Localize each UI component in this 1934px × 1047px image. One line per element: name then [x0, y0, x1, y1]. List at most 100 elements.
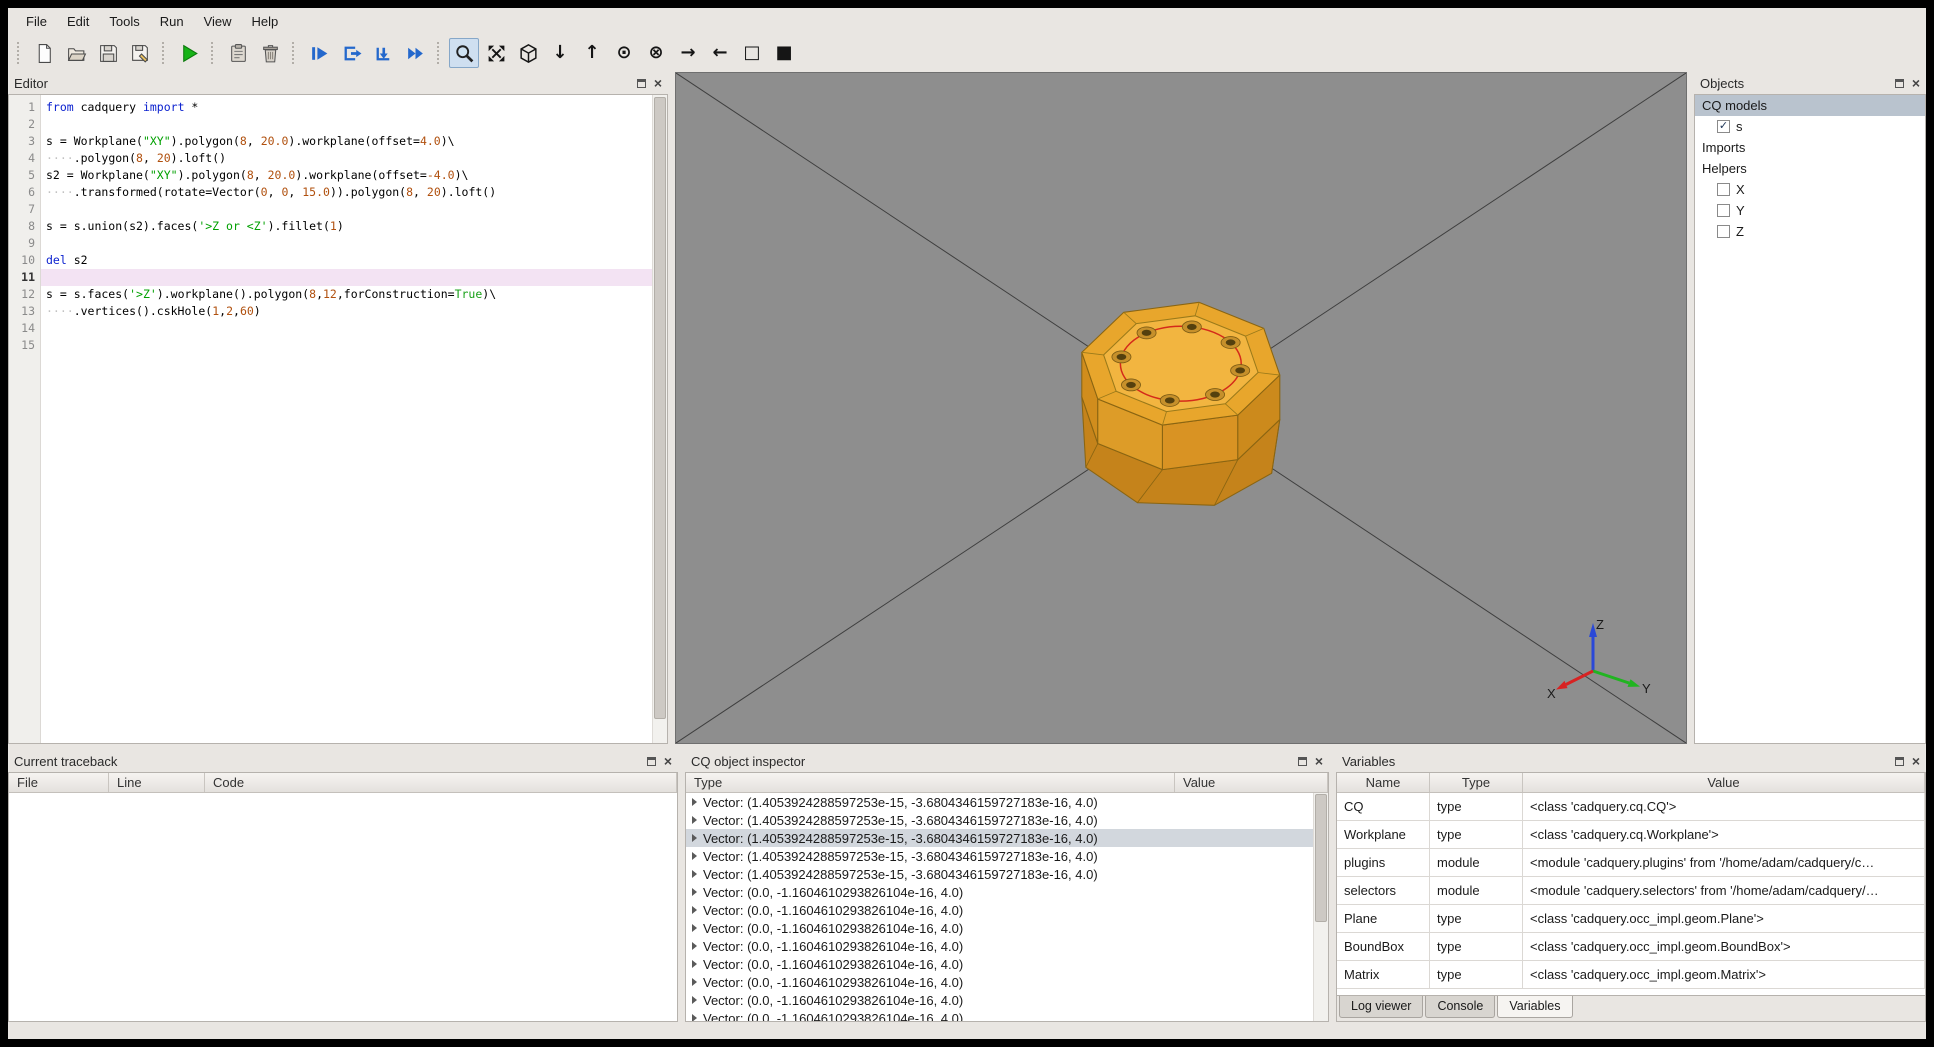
- inspector-row[interactable]: Vector: (0.0, -1.1604610293826104e-16, 4…: [686, 937, 1313, 955]
- code-line[interactable]: [41, 116, 652, 133]
- wireframe-button[interactable]: □: [737, 38, 767, 68]
- tab-log-viewer[interactable]: Log viewer: [1339, 996, 1424, 1018]
- inspector-row[interactable]: Vector: (0.0, -1.1604610293826104e-16, 4…: [686, 991, 1313, 1009]
- 3d-viewport[interactable]: Z Y X: [675, 72, 1687, 744]
- inspector-row[interactable]: Vector: (1.4053924288597253e-15, -3.6804…: [686, 829, 1313, 847]
- code-line[interactable]: [41, 235, 652, 252]
- variable-row[interactable]: CQ type <class 'cadquery.cq.CQ'>: [1337, 793, 1925, 821]
- code-line[interactable]: [41, 320, 652, 337]
- expand-arrow-icon[interactable]: [692, 996, 697, 1004]
- toggle-zoom-button[interactable]: [449, 38, 479, 68]
- tab-variables[interactable]: Variables: [1497, 996, 1573, 1018]
- editor-scrollbar[interactable]: [652, 95, 667, 743]
- scrollbar-thumb[interactable]: [654, 97, 666, 720]
- inspector-row[interactable]: Vector: (0.0, -1.1604610293826104e-16, 4…: [686, 955, 1313, 973]
- inspector-row[interactable]: Vector: (0.0, -1.1604610293826104e-16, 4…: [686, 901, 1313, 919]
- left-view-button[interactable]: ←: [705, 38, 735, 68]
- tree-item-s[interactable]: ✓ s: [1695, 116, 1925, 137]
- fit-all-button[interactable]: [481, 38, 511, 68]
- inspector-row[interactable]: Vector: (1.4053924288597253e-15, -3.6804…: [686, 811, 1313, 829]
- code-line[interactable]: ····.vertices().cskHole(1,2,60): [41, 303, 652, 320]
- tree-item-y[interactable]: Y: [1695, 200, 1925, 221]
- right-view-button[interactable]: →: [673, 38, 703, 68]
- code-line[interactable]: s = s.union(s2).faces('>Z or <Z').fillet…: [41, 218, 652, 235]
- expand-arrow-icon[interactable]: [692, 888, 697, 896]
- expand-arrow-icon[interactable]: [692, 798, 697, 806]
- tree-item-imports[interactable]: Imports: [1695, 137, 1925, 158]
- code-line[interactable]: ····.transformed(rotate=Vector(0, 0, 15.…: [41, 184, 652, 201]
- tree-item-z[interactable]: Z: [1695, 221, 1925, 242]
- inspector-row[interactable]: Vector: (0.0, -1.1604610293826104e-16, 4…: [686, 883, 1313, 901]
- column-header-name[interactable]: Name: [1337, 773, 1430, 792]
- expand-arrow-icon[interactable]: [692, 960, 697, 968]
- tree-item-helpers[interactable]: Helpers: [1695, 158, 1925, 179]
- undock-icon[interactable]: [646, 756, 656, 766]
- delete-button[interactable]: [255, 38, 285, 68]
- code-line[interactable]: del s2: [41, 252, 652, 269]
- menu-help[interactable]: Help: [242, 11, 289, 32]
- column-header-type[interactable]: Type: [1430, 773, 1523, 792]
- tab-console[interactable]: Console: [1425, 996, 1496, 1018]
- expand-arrow-icon[interactable]: [692, 942, 697, 950]
- undock-icon[interactable]: [1894, 756, 1904, 766]
- code-line[interactable]: from cadquery import *: [41, 99, 652, 116]
- expand-arrow-icon[interactable]: [692, 870, 697, 878]
- top-view-button[interactable]: ↓: [545, 38, 575, 68]
- tree-item-cq-models[interactable]: CQ models: [1695, 95, 1925, 116]
- close-icon[interactable]: ×: [1912, 754, 1920, 768]
- back-view-button[interactable]: ⊗: [641, 38, 671, 68]
- expand-arrow-icon[interactable]: [692, 978, 697, 986]
- column-header-type[interactable]: Type: [686, 773, 1175, 792]
- code-line[interactable]: ····.polygon(8, 20).loft(): [41, 150, 652, 167]
- variable-row[interactable]: Plane type <class 'cadquery.occ_impl.geom.…: [1337, 905, 1925, 933]
- copy-to-console-button[interactable]: [223, 38, 253, 68]
- iso-view-button[interactable]: [513, 38, 543, 68]
- shaded-button[interactable]: ■: [769, 38, 799, 68]
- expand-arrow-icon[interactable]: [692, 834, 697, 842]
- inspector-row[interactable]: Vector: (0.0, -1.1604610293826104e-16, 4…: [686, 919, 1313, 937]
- cad-model[interactable]: [1081, 301, 1281, 506]
- step-over-button[interactable]: [336, 38, 366, 68]
- undock-icon[interactable]: [636, 78, 646, 88]
- close-icon[interactable]: ×: [1315, 754, 1323, 768]
- scrollbar-thumb[interactable]: [1315, 794, 1327, 922]
- column-header-line[interactable]: Line: [109, 773, 205, 792]
- expand-arrow-icon[interactable]: [692, 816, 697, 824]
- visibility-checkbox[interactable]: [1717, 204, 1730, 217]
- visibility-checkbox[interactable]: ✓: [1717, 120, 1730, 133]
- menu-tools[interactable]: Tools: [99, 11, 149, 32]
- close-icon[interactable]: ×: [654, 76, 662, 90]
- inspector-row[interactable]: Vector: (0.0, -1.1604610293826104e-16, 4…: [686, 973, 1313, 991]
- code-line[interactable]: s2 = Workplane("XY").polygon(8, 20.0).wo…: [41, 167, 652, 184]
- variable-row[interactable]: selectors module <module 'cadquery.selecto…: [1337, 877, 1925, 905]
- code-line[interactable]: s = s.faces('>Z').workplane().polygon(8,…: [41, 286, 652, 303]
- expand-arrow-icon[interactable]: [692, 924, 697, 932]
- menu-file[interactable]: File: [16, 11, 57, 32]
- code-line[interactable]: s = Workplane("XY").polygon(8, 20.0).wor…: [41, 133, 652, 150]
- code-line[interactable]: [41, 337, 652, 354]
- expand-arrow-icon[interactable]: [692, 852, 697, 860]
- column-header-value[interactable]: Value: [1175, 773, 1328, 792]
- open-button[interactable]: [61, 38, 91, 68]
- inspector-row[interactable]: Vector: (1.4053924288597253e-15, -3.6804…: [686, 847, 1313, 865]
- close-icon[interactable]: ×: [1912, 76, 1920, 90]
- column-header-file[interactable]: File: [9, 773, 109, 792]
- debug-button[interactable]: [304, 38, 334, 68]
- front-view-button[interactable]: ⊙: [609, 38, 639, 68]
- variable-row[interactable]: Workplane type <class 'cadquery.cq.Workpla…: [1337, 821, 1925, 849]
- save-as-button[interactable]: [125, 38, 155, 68]
- column-header-code[interactable]: Code: [205, 773, 677, 792]
- variable-row[interactable]: BoundBox type <class 'cadquery.occ_impl.ge…: [1337, 933, 1925, 961]
- menu-edit[interactable]: Edit: [57, 11, 99, 32]
- step-into-button[interactable]: [368, 38, 398, 68]
- inspector-row[interactable]: Vector: (1.4053924288597253e-15, -3.6804…: [686, 865, 1313, 883]
- menu-run[interactable]: Run: [150, 11, 194, 32]
- close-icon[interactable]: ×: [664, 754, 672, 768]
- visibility-checkbox[interactable]: [1717, 225, 1730, 238]
- expand-arrow-icon[interactable]: [692, 1014, 697, 1021]
- expand-arrow-icon[interactable]: [692, 906, 697, 914]
- inspector-scrollbar[interactable]: [1313, 793, 1328, 1021]
- save-button[interactable]: [93, 38, 123, 68]
- menu-view[interactable]: View: [194, 11, 242, 32]
- render-button[interactable]: [174, 38, 204, 68]
